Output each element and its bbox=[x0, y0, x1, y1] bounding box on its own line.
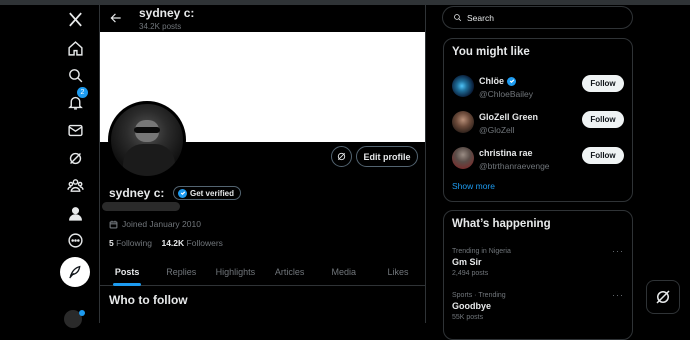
suggestion-handle: @btrthanraevenge bbox=[479, 161, 550, 171]
grok-icon bbox=[337, 152, 346, 161]
trend-title: Gm Sir bbox=[452, 257, 482, 267]
profile-avatar[interactable] bbox=[108, 101, 186, 179]
suggestion-handle: @ChloeBailey bbox=[479, 89, 533, 99]
suggestion-item[interactable]: christina rae @btrthanraevenge Follow bbox=[444, 144, 632, 176]
tab-posts[interactable]: Posts bbox=[100, 258, 154, 286]
trend-item[interactable]: Trending in Nigeria Gm Sir 2,494 posts ·… bbox=[452, 246, 628, 277]
trend-context: Sports · Trending bbox=[452, 292, 506, 299]
tab-highlights[interactable]: Highlights bbox=[208, 258, 262, 285]
more-dots-icon[interactable]: ··· bbox=[612, 290, 624, 300]
suggestion-name: Chlöe bbox=[479, 76, 505, 86]
header-post-count: 34.2K posts bbox=[139, 22, 182, 31]
profile-icon[interactable] bbox=[55, 201, 95, 225]
tab-media[interactable]: Media bbox=[317, 258, 371, 285]
search-placeholder: Search bbox=[467, 12, 494, 23]
whats-happening-card: What’s happening Trending in Nigeria Gm … bbox=[443, 210, 633, 340]
search-icon bbox=[454, 14, 462, 22]
grok-icon[interactable] bbox=[55, 146, 95, 170]
grok-profile-button[interactable] bbox=[331, 146, 352, 167]
suggestion-name: GloZell Green bbox=[479, 112, 539, 122]
following-link[interactable]: 5 Following bbox=[109, 238, 152, 248]
right-sidebar: Search You might like Chlöe @ChloeBailey… bbox=[441, 5, 636, 340]
suggestion-name: christina rae bbox=[479, 148, 533, 158]
profile-handle-redacted bbox=[102, 202, 180, 211]
user-avatar[interactable] bbox=[452, 111, 474, 133]
grok-icon bbox=[656, 290, 670, 304]
who-to-follow-heading: Who to follow bbox=[109, 293, 188, 307]
more-dots-icon[interactable]: ··· bbox=[612, 246, 624, 256]
suggestion-handle: @GloZell bbox=[479, 125, 515, 135]
feather-icon bbox=[69, 265, 81, 279]
suggestion-item[interactable]: Chlöe @ChloeBailey Follow bbox=[444, 72, 632, 104]
trend-post-count: 55K posts bbox=[452, 314, 484, 321]
get-verified-button[interactable]: Get verified bbox=[173, 186, 242, 200]
tab-replies[interactable]: Replies bbox=[154, 258, 208, 285]
suggestion-item[interactable]: GloZell Green @GloZell Follow bbox=[444, 108, 632, 140]
account-status-dot bbox=[79, 310, 85, 316]
follow-button[interactable]: Follow bbox=[582, 147, 624, 164]
follow-button[interactable]: Follow bbox=[582, 111, 624, 128]
profile-header-bar: sydney c: 34.2K posts bbox=[100, 5, 425, 32]
you-might-like-title: You might like bbox=[452, 46, 530, 58]
tab-articles[interactable]: Articles bbox=[263, 258, 317, 285]
you-might-like-card: You might like Chlöe @ChloeBailey Follow… bbox=[443, 38, 633, 202]
compose-post-button[interactable] bbox=[60, 257, 90, 287]
user-avatar[interactable] bbox=[452, 147, 474, 169]
x-logo-icon[interactable] bbox=[55, 7, 95, 31]
show-more-link[interactable]: Show more bbox=[452, 181, 495, 191]
home-icon[interactable] bbox=[55, 36, 95, 60]
joined-date: Joined January 2010 bbox=[109, 219, 201, 229]
follow-button[interactable]: Follow bbox=[582, 75, 624, 92]
messages-envelope-icon[interactable] bbox=[55, 118, 95, 142]
header-profile-name: sydney c: bbox=[139, 6, 195, 20]
trend-title: Goodbye bbox=[452, 301, 492, 311]
explore-search-icon[interactable] bbox=[55, 63, 95, 87]
profile-name: sydney c: bbox=[109, 186, 165, 200]
more-options-icon[interactable] bbox=[55, 228, 95, 252]
calendar-icon bbox=[109, 220, 118, 228]
profile-column: sydney c: 34.2K posts Edit profile sydne… bbox=[99, 5, 426, 323]
edit-profile-button[interactable]: Edit profile bbox=[356, 146, 418, 167]
verified-check-icon bbox=[178, 188, 187, 198]
notifications-badge: 2 bbox=[77, 87, 88, 98]
followers-link[interactable]: 14.2K Followers bbox=[161, 238, 222, 248]
trend-post-count: 2,494 posts bbox=[452, 270, 489, 277]
notifications-bell-icon[interactable]: 2 bbox=[55, 87, 95, 114]
grok-floating-button[interactable] bbox=[646, 280, 680, 314]
communities-icon[interactable] bbox=[55, 173, 95, 197]
user-avatar[interactable] bbox=[452, 75, 474, 97]
account-avatar[interactable] bbox=[64, 310, 85, 328]
verified-badge-icon bbox=[507, 76, 517, 86]
search-box[interactable]: Search bbox=[442, 6, 633, 29]
back-arrow-icon[interactable] bbox=[109, 11, 123, 25]
follow-counts: 5 Following 14.2K Followers bbox=[109, 238, 223, 248]
tab-likes[interactable]: Likes bbox=[371, 258, 425, 285]
trend-context: Trending in Nigeria bbox=[452, 248, 511, 255]
profile-tabs: Posts Replies Highlights Articles Media … bbox=[100, 258, 425, 286]
trend-item[interactable]: Sports · Trending Goodbye 55K posts ··· bbox=[452, 290, 628, 321]
whats-happening-title: What’s happening bbox=[452, 218, 551, 230]
